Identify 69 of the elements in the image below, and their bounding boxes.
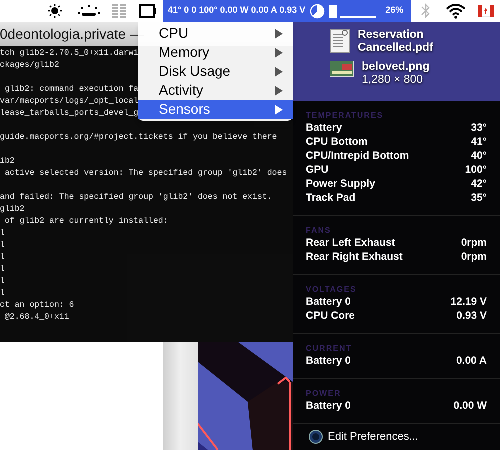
menu-item[interactable]: Memory xyxy=(138,43,293,62)
sensor-label: GPU xyxy=(306,163,329,178)
sensor-label: Rear Left Exhaust xyxy=(306,236,396,252)
terminal-line: ib2 xyxy=(0,156,15,168)
sensor-value: 0rpm xyxy=(461,236,487,252)
pie-chart-icon xyxy=(310,4,325,18)
terminal-line: of glib2 are currently installed: xyxy=(4,216,168,228)
terminal-line: ct an option: 6 xyxy=(0,300,74,312)
wifi-icon[interactable] xyxy=(446,4,466,19)
sensor-value: 0rpm xyxy=(461,250,487,266)
section-heading: POWER xyxy=(306,388,342,400)
file-name[interactable]: Reservation xyxy=(358,29,434,42)
terminal-line: glib2 xyxy=(0,204,25,216)
section-heading: CURRENT xyxy=(306,343,354,355)
sensor-value: 42° xyxy=(471,177,487,192)
image-thumbnail-icon xyxy=(330,61,354,77)
sensor-label: CPU Core xyxy=(306,309,356,324)
sensor-value: 40° xyxy=(471,149,487,164)
sensor-label: Battery 0 xyxy=(306,295,351,310)
brightness-icon[interactable] xyxy=(47,3,63,19)
file-name[interactable]: Cancelled.pdf xyxy=(358,42,434,55)
sensor-value: 12.19 V xyxy=(450,295,487,310)
terminal-line: l xyxy=(0,276,5,288)
menu-item[interactable]: Disk Usage xyxy=(138,62,293,81)
edit-preferences-item[interactable]: Edit Preferences... xyxy=(328,428,418,446)
section-heading: TEMPERATURES xyxy=(306,110,385,122)
file-name[interactable]: beloved.png xyxy=(362,61,430,74)
terminal-line: l xyxy=(0,264,5,276)
sensor-label: Battery xyxy=(306,121,342,136)
sensor-value: 0.00 A xyxy=(456,354,487,370)
globe-icon xyxy=(309,430,323,444)
terminal-line: lease_tarballs_ports_devel_g xyxy=(0,108,139,120)
sensor-label: Power Supply xyxy=(306,177,376,192)
sensor-value: 33° xyxy=(471,121,487,136)
sensor-label: Battery 0 xyxy=(306,354,351,370)
terminal-line: l xyxy=(0,252,5,264)
terminal-line: l xyxy=(0,288,5,300)
sensor-label: Track Pad xyxy=(306,191,356,206)
flag-icon[interactable] xyxy=(478,5,494,17)
sensor-value: 0.93 V xyxy=(456,309,487,324)
file-detail: 1,280 × 800 xyxy=(362,74,424,87)
sensor-value: 0.00 W xyxy=(454,399,487,414)
section-heading: VOLTAGES xyxy=(306,284,358,296)
terminal-line: l xyxy=(0,240,5,252)
section-heading: FANS xyxy=(306,225,332,237)
sensor-label: CPU Bottom xyxy=(306,135,368,150)
terminal-line: @2.68.4_0+x11 xyxy=(4,312,70,324)
terminal-line: l xyxy=(0,228,5,240)
dim-brightness-icon[interactable] xyxy=(78,5,100,17)
document-icon xyxy=(330,29,350,53)
sensor-value: 100° xyxy=(465,163,487,178)
menu-item[interactable]: Activity xyxy=(138,81,293,100)
battery-icon[interactable] xyxy=(139,4,157,18)
sensor-label: Battery 0 xyxy=(306,399,351,414)
sensor-readout: 41° 0 0 100° 0.00 W 0.00 A 0.93 V xyxy=(168,4,306,18)
terminal-line: active selected version: The specified group 'glib2' does xyxy=(4,168,288,180)
battery-percent: 26% xyxy=(386,4,404,18)
sensor-value: 35° xyxy=(471,191,487,206)
menu-item[interactable]: Sensors xyxy=(138,100,293,119)
bar-meter-icon xyxy=(328,3,377,19)
terminal-line: ckages/glib2 xyxy=(0,60,60,72)
sensor-label: Rear Right Exhaust xyxy=(306,250,403,266)
status-menu-extra[interactable]: 41° 0 0 100° 0.00 W 0.00 A 0.93 V 26% xyxy=(163,0,411,22)
terminal-line: and failed: The specified group 'glib2' does not exist. xyxy=(0,192,272,204)
sensor-label: CPU/Intrepid Bottom xyxy=(306,149,410,164)
terminal-line: guide.macports.org/#project.tickets if you believe there xyxy=(0,132,278,144)
window-title: 0deontologia.private — xyxy=(0,24,144,44)
sensor-value: 41° xyxy=(471,135,487,150)
terminal-line: var/macports/logs/_opt_local xyxy=(0,96,139,108)
